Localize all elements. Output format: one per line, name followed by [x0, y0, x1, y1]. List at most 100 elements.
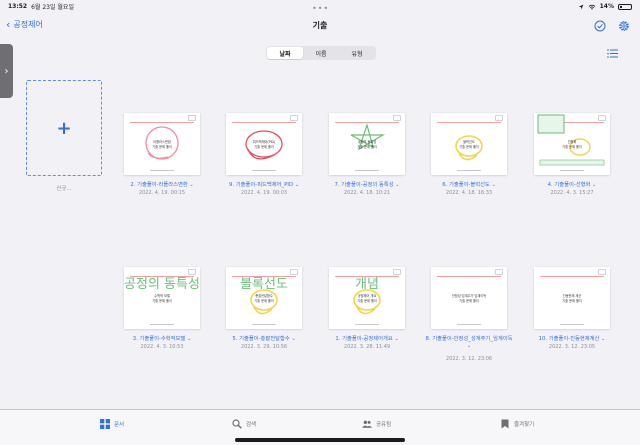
document-title[interactable]: 9. 기출풀이-피드백제어_PID ⌄	[218, 182, 310, 189]
page-footer-line	[150, 170, 174, 171]
page-footer-line	[150, 324, 174, 325]
page-footer-line	[252, 170, 276, 171]
thumbnail-subtitle: 기출 문제 풀이	[459, 145, 479, 149]
status-right: 14%	[578, 3, 632, 10]
status-time: 13:52	[8, 3, 28, 10]
thumbnail-subtitle: 기출 문제 풀이	[152, 145, 172, 149]
search-icon	[232, 419, 242, 429]
thumbnail-subtitle: 기출 문제 풀이	[459, 299, 479, 303]
plus-icon: +	[56, 117, 72, 139]
list-view-icon[interactable]	[607, 49, 618, 58]
home-indicator	[235, 438, 405, 442]
document-thumbnail[interactable]: 선형화 기출 문제 풀이	[534, 113, 610, 175]
document-date: 2022. 3. 12. 23:05	[548, 344, 596, 350]
tab-favorites[interactable]: 즐겨찾기	[500, 419, 534, 429]
tab-documents-label: 문서	[114, 422, 125, 428]
document-title-text: 7. 기출풀이-공정의 동특성	[334, 182, 394, 188]
document-title-text: 5. 기출풀이-총괄전달함수	[232, 336, 290, 342]
sidebar-toggle[interactable]: ›	[0, 44, 13, 98]
segment-date[interactable]: 날짜	[267, 47, 303, 59]
new-document-button[interactable]: +	[26, 80, 102, 176]
chevron-down-icon[interactable]: ⌄	[395, 182, 399, 188]
page-footer-line	[355, 324, 379, 325]
document-title-text: 8. 기출풀이-안정성_성계주기_임계이득	[425, 336, 513, 342]
document-title[interactable]: 1. 기출풀이-공정제어개요 ⌄	[321, 336, 413, 343]
thumbnail-subtitle: 기출 문제 풀이	[254, 145, 274, 149]
wifi-icon	[588, 4, 595, 10]
document-title-text: 2. 기출풀이-라플라스변환	[130, 182, 188, 188]
document-title[interactable]: 5. 기출풀이-총괄전달함수 ⌄	[218, 336, 310, 343]
page-footer-line	[355, 170, 379, 171]
document-thumbnail[interactable]: 개념 공정제어 개요 기출 문제 풀이	[329, 267, 405, 329]
sort-segmented-control: 날짜 이름 유형	[266, 46, 376, 60]
chevron-down-icon[interactable]: ⌄	[492, 182, 496, 188]
tab-search-label: 검색	[246, 422, 257, 428]
chevron-down-icon[interactable]: ⌄	[601, 336, 605, 342]
new-document-label: 신규...	[56, 186, 72, 192]
chevron-down-icon[interactable]: ⌄	[291, 336, 295, 342]
handwritten-heading: 공정의 동특성	[124, 277, 200, 292]
document-title-text: 4. 기출풀이-선형화	[547, 182, 591, 188]
document-date: 2022. 3. 28. 11:49	[343, 344, 391, 350]
people-icon	[362, 420, 372, 428]
document-title[interactable]: 8. 기출풀이-안정성_성계주기_임계이득 ⌄	[423, 336, 515, 349]
document-title-text: 9. 기출풀이-피드백제어_PID	[229, 182, 294, 188]
document-thumbnail[interactable]: 피드백제어(PID) 기출 문제 풀이	[226, 113, 302, 175]
document-date: 2022. 4. 19. 00:03	[240, 190, 288, 196]
document-thumbnail[interactable]: 공정의 동특성 수학적 모델 기출 문제 풀이	[124, 267, 200, 329]
tab-search[interactable]: 검색	[232, 419, 256, 429]
thumbnail-subtitle: 기출 문제 풀이	[357, 299, 377, 303]
document-thumbnail[interactable]: 진동현제 계산 기출 문제 풀이	[534, 267, 610, 329]
document-date: 2022. 3. 29. 10:56	[240, 344, 288, 350]
document-title-text: 3. 기출풀이-수학적모델	[132, 336, 186, 342]
bookmark-icon	[501, 419, 509, 429]
location-icon	[578, 4, 584, 9]
page-footer-line	[560, 324, 584, 325]
document-date: 2022. 4. 3. 15:27	[550, 190, 594, 196]
handwritten-heading: 블록선도	[240, 277, 288, 292]
document-thumbnail[interactable]: 공정의 동특성 기출 문제 풀이	[329, 113, 405, 175]
chevron-right-icon: ›	[4, 65, 9, 77]
segment-name[interactable]: 이름	[303, 47, 339, 59]
documents-screen: 13:52 6월 23일 월요일 14% ••• ‹ 공정제어 기출 날짜 이름…	[0, 0, 640, 445]
document-title-text: 10. 기출풀이-진동현제계산	[538, 336, 600, 342]
document-date: 2022. 4. 18. 10:21	[343, 190, 391, 196]
multitasking-dots-icon[interactable]: •••	[312, 4, 329, 13]
thumbnail-subtitle: 기출 문제 풀이	[562, 299, 582, 303]
tab-shared[interactable]: 공유됨	[362, 419, 391, 429]
document-title-text: 6. 기출풀이-블럭선도	[442, 182, 490, 188]
document-thumbnail[interactable]: 라플라스변환 기출 문제 풀이	[124, 113, 200, 175]
document-date: 2022. 4. 18. 16:33	[445, 190, 493, 196]
chevron-down-icon[interactable]: ⌄	[394, 336, 398, 342]
document-date: 2022. 4. 3. 10:53	[140, 344, 184, 350]
document-thumbnail[interactable]: 블럭선도 기출 문제 풀이	[431, 113, 507, 175]
chevron-down-icon[interactable]: ⌄	[189, 182, 193, 188]
document-title[interactable]: 10. 기출풀이-진동현제계산 ⌄	[526, 336, 618, 343]
battery-icon	[618, 3, 632, 10]
document-title-text: 1. 기출풀이-공정제어개요	[335, 336, 393, 342]
tab-documents[interactable]: 문서	[100, 419, 124, 429]
chevron-down-icon[interactable]: ⌄	[467, 343, 471, 349]
battery-percent: 14%	[599, 3, 614, 10]
document-thumbnail[interactable]: 블록선도 총괄전달함수 기출 문제 풀이	[226, 267, 302, 329]
document-title[interactable]: 7. 기출풀이-공정의 동특성 ⌄	[321, 182, 413, 189]
document-title[interactable]: 2. 기출풀이-라플라스변환 ⌄	[116, 182, 208, 189]
document-thumbnail[interactable]: 안정성·임계주기·임계이득 기출 문제 풀이	[431, 267, 507, 329]
thumbnail-subtitle: 기출 문제 풀이	[254, 299, 274, 303]
gear-icon[interactable]	[618, 20, 630, 32]
checkmark-circle-icon[interactable]	[594, 20, 606, 32]
nav-actions	[594, 20, 630, 32]
tab-shared-label: 공유됨	[376, 422, 392, 428]
grid-icon	[100, 419, 110, 429]
document-title[interactable]: 4. 기출풀이-선형화 ⌄	[526, 182, 618, 189]
document-title[interactable]: 3. 기출풀이-수학적모델 ⌄	[116, 336, 208, 343]
chevron-down-icon[interactable]: ⌄	[295, 182, 299, 188]
thumbnail-subtitle: 기출 문제 풀이	[357, 145, 377, 149]
page-footer-line	[252, 324, 276, 325]
page-footer-line	[457, 170, 481, 171]
chevron-down-icon[interactable]: ⌄	[592, 182, 596, 188]
handwritten-heading: 개념	[355, 277, 379, 292]
chevron-down-icon[interactable]: ⌄	[187, 336, 191, 342]
segment-type[interactable]: 유형	[339, 47, 375, 59]
document-title[interactable]: 6. 기출풀이-블럭선도 ⌄	[423, 182, 515, 189]
